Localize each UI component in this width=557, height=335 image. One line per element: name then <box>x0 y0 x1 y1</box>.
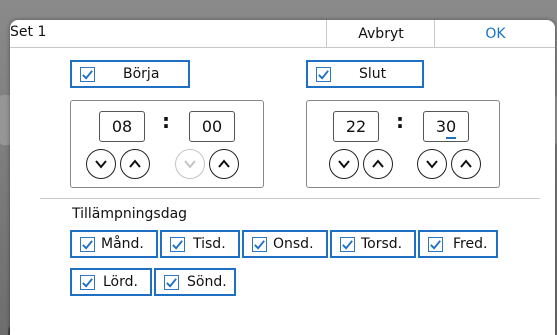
time-separator: : <box>396 109 404 133</box>
chevron-up-icon <box>460 159 472 168</box>
day-label: Månd. <box>101 236 144 252</box>
start-label: Börja <box>123 66 160 82</box>
dialog-title: Set 1 <box>10 24 47 40</box>
start-minute-up-button[interactable] <box>209 149 239 179</box>
day-checkbox-saturday[interactable]: Lörd. <box>70 268 152 296</box>
chevron-down-icon <box>338 160 350 169</box>
day-checkbox-tuesday[interactable]: Tisd. <box>160 230 240 258</box>
start-hour-down-button[interactable] <box>86 149 116 179</box>
chevron-up-icon <box>129 159 141 168</box>
application-days-label: Tillämpningsdag <box>72 206 188 222</box>
checkmark-icon <box>428 236 443 252</box>
checkmark-icon <box>164 274 179 290</box>
end-time-panel: 22 : 30 <box>306 100 500 188</box>
end-label: Slut <box>359 66 387 82</box>
end-hour-down-button[interactable] <box>329 149 359 179</box>
checkmark-icon <box>340 236 355 252</box>
start-hour-up-button[interactable] <box>120 149 150 179</box>
end-minute-value: 30 <box>435 117 457 139</box>
chevron-down-icon <box>95 160 107 169</box>
time-separator: : <box>162 109 170 133</box>
day-label: Tisd. <box>193 236 226 252</box>
start-checkbox[interactable]: Börja <box>70 60 190 88</box>
day-checkbox-sunday[interactable]: Sönd. <box>154 268 236 296</box>
checkmark-icon <box>316 66 331 82</box>
end-hour-up-button[interactable] <box>363 149 393 179</box>
schedule-dialog: Set 1 Avbryt OK Börja Slut 08 : 00 22: … <box>10 20 555 335</box>
end-minute-up-button[interactable] <box>451 149 481 179</box>
start-hour-field[interactable]: 08 <box>99 111 145 142</box>
checkmark-icon <box>170 236 185 252</box>
day-checkbox-wednesday[interactable]: Onsd. <box>242 230 328 258</box>
end-minute-down-button[interactable] <box>417 149 447 179</box>
start-time-panel: 08 : 00 <box>70 100 264 188</box>
ok-button[interactable]: OK <box>434 20 556 47</box>
chevron-up-icon <box>372 159 384 168</box>
start-minute-down-button[interactable] <box>175 149 205 179</box>
chevron-down-icon <box>426 160 438 169</box>
checkmark-icon <box>80 274 95 290</box>
day-label: Sönd. <box>187 274 227 290</box>
end-minute-field[interactable]: 30 <box>423 111 469 142</box>
day-label: Fred. <box>453 236 488 252</box>
day-label: Onsd. <box>273 236 314 252</box>
checkmark-icon <box>252 236 267 252</box>
chevron-up-icon <box>218 159 230 168</box>
day-label: Torsd. <box>361 236 403 252</box>
day-checkbox-friday[interactable]: Fred. <box>418 230 498 258</box>
checkmark-icon <box>80 236 95 252</box>
end-hour-field[interactable]: 22 <box>333 111 379 142</box>
end-checkbox[interactable]: Slut <box>306 60 424 88</box>
day-checkbox-monday[interactable]: Månd. <box>70 230 158 258</box>
chevron-down-icon <box>184 160 196 169</box>
day-label: Lörd. <box>103 274 138 290</box>
cancel-button[interactable]: Avbryt <box>326 20 435 47</box>
dialog-header: Set 1 Avbryt OK <box>10 20 555 48</box>
day-checkbox-thursday[interactable]: Torsd. <box>330 230 416 258</box>
checkmark-icon <box>80 66 95 82</box>
start-minute-field[interactable]: 00 <box>189 111 235 142</box>
section-divider <box>40 198 540 199</box>
